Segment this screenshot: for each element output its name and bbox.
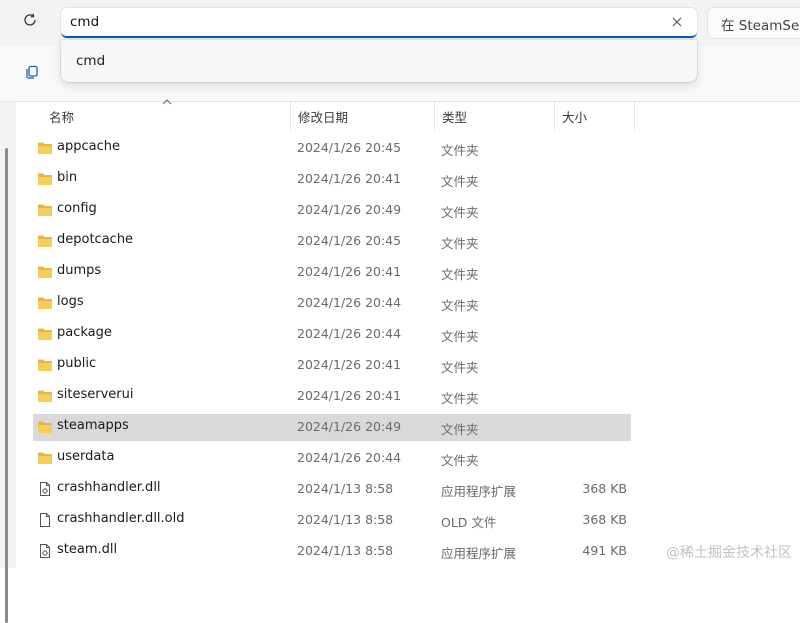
file-modified-date: 2024/1/13 8:58	[297, 543, 394, 558]
folder-icon	[37, 140, 53, 156]
file-modified-date: 2024/1/26 20:44	[297, 326, 402, 341]
folder-icon	[37, 419, 53, 435]
file-type: 文件夹	[441, 143, 479, 158]
file-type: 文件夹	[441, 422, 479, 437]
file-name: userdata	[57, 449, 115, 464]
file-name: appcache	[57, 139, 120, 154]
folder-icon	[37, 326, 53, 342]
file-size: 368 KB	[582, 481, 627, 496]
file-type: 文件夹	[441, 391, 479, 406]
file-modified-date: 2024/1/26 20:41	[297, 388, 402, 403]
file-icon	[37, 512, 53, 528]
file-row[interactable]: public 2024/1/26 20:41 文件夹	[33, 352, 631, 379]
file-type: 文件夹	[441, 360, 479, 375]
folder-icon	[37, 357, 53, 373]
file-name: public	[57, 356, 97, 371]
column-header-date[interactable]: 修改日期	[290, 102, 434, 130]
file-row[interactable]: steam.dll 2024/1/13 8:58 应用程序扩展 491 KB	[33, 538, 631, 565]
refresh-icon	[22, 12, 38, 32]
file-type: 文件夹	[441, 329, 479, 344]
close-icon	[672, 16, 682, 31]
address-suggestions: cmd	[61, 40, 697, 82]
column-type-label: 类型	[442, 109, 468, 125]
file-name: crashhandler.dll.old	[57, 511, 185, 526]
folder-icon	[37, 264, 53, 280]
column-header-size[interactable]: 大小	[554, 102, 634, 130]
file-row[interactable]: depotcache 2024/1/26 20:45 文件夹	[33, 228, 631, 255]
navigation-pane	[0, 102, 16, 623]
dll-file-icon	[37, 543, 53, 559]
file-list-header: 名称 修改日期 类型 大小	[16, 99, 800, 130]
column-name-label: 名称	[49, 109, 75, 125]
sort-ascending-icon	[162, 98, 172, 109]
file-name: depotcache	[57, 232, 134, 247]
file-type: 应用程序扩展	[441, 546, 517, 561]
folder-icon	[37, 202, 53, 218]
watermark: @稀土掘金技术社区	[666, 545, 792, 561]
file-modified-date: 2024/1/13 8:58	[297, 481, 394, 496]
folder-icon	[37, 233, 53, 249]
copy-icon	[24, 64, 40, 84]
suggestion-item[interactable]: cmd	[61, 44, 697, 78]
file-row[interactable]: package 2024/1/26 20:44 文件夹	[33, 321, 631, 348]
folder-icon	[37, 171, 53, 187]
file-type: 应用程序扩展	[441, 484, 517, 499]
folder-icon	[37, 450, 53, 466]
file-modified-date: 2024/1/26 20:41	[297, 171, 402, 186]
file-name: steamapps	[57, 418, 129, 433]
file-modified-date: 2024/1/26 20:44	[297, 450, 402, 465]
file-row[interactable]: crashhandler.dll.old 2024/1/13 8:58 OLD 文件…	[33, 507, 631, 534]
file-name: config	[57, 201, 97, 216]
file-type: 文件夹	[441, 453, 479, 468]
file-modified-date: 2024/1/26 20:44	[297, 295, 402, 310]
file-row[interactable]: config 2024/1/26 20:49 文件夹	[33, 197, 631, 224]
address-input[interactable]	[70, 11, 650, 33]
address-bar[interactable]	[61, 8, 697, 38]
search-placeholder: 在 SteamServ	[721, 18, 800, 34]
file-row[interactable]: userdata 2024/1/26 20:44 文件夹	[33, 445, 631, 472]
file-name: steam.dll	[57, 542, 118, 557]
file-row[interactable]: bin 2024/1/26 20:41 文件夹	[33, 166, 631, 193]
file-row[interactable]: crashhandler.dll 2024/1/13 8:58 应用程序扩展 368 …	[33, 476, 631, 503]
file-size: 368 KB	[582, 512, 627, 527]
dll-file-icon	[37, 481, 53, 497]
file-modified-date: 2024/1/26 20:45	[297, 140, 402, 155]
file-name: siteserverui	[57, 387, 134, 402]
column-divider[interactable]	[634, 102, 635, 130]
file-name: dumps	[57, 263, 102, 278]
file-row[interactable]: logs 2024/1/26 20:44 文件夹	[33, 290, 631, 317]
suggestion-label: cmd	[76, 53, 106, 69]
file-name: crashhandler.dll	[57, 480, 161, 495]
clear-address-button[interactable]	[667, 13, 687, 33]
file-type: 文件夹	[441, 267, 479, 282]
file-name: logs	[57, 294, 84, 309]
file-row[interactable]: siteserverui 2024/1/26 20:41 文件夹	[33, 383, 631, 410]
file-modified-date: 2024/1/26 20:45	[297, 233, 402, 248]
file-modified-date: 2024/1/26 20:41	[297, 264, 402, 279]
nav-scrollbar[interactable]	[5, 148, 8, 623]
column-size-label: 大小	[562, 109, 588, 125]
file-modified-date: 2024/1/26 20:49	[297, 202, 402, 217]
file-type: 文件夹	[441, 298, 479, 313]
file-modified-date: 2024/1/26 20:41	[297, 357, 402, 372]
file-row[interactable]: appcache 2024/1/26 20:45 文件夹	[33, 135, 631, 162]
file-size: 491 KB	[582, 543, 627, 558]
search-input[interactable]: 在 SteamServ	[708, 8, 800, 38]
file-modified-date: 2024/1/26 20:49	[297, 419, 402, 434]
file-row[interactable]: dumps 2024/1/26 20:41 文件夹	[33, 259, 631, 286]
file-type: OLD 文件	[441, 515, 497, 530]
column-header-type[interactable]: 类型	[434, 102, 554, 130]
folder-icon	[37, 295, 53, 311]
file-name: package	[57, 325, 112, 340]
file-row[interactable]: steamapps 2024/1/26 20:49 文件夹	[33, 414, 631, 441]
copy-button[interactable]	[18, 60, 46, 88]
file-modified-date: 2024/1/13 8:58	[297, 512, 394, 527]
file-type: 文件夹	[441, 205, 479, 220]
file-name: bin	[57, 170, 78, 185]
file-type: 文件夹	[441, 236, 479, 251]
refresh-button[interactable]	[14, 8, 46, 36]
folder-icon	[37, 388, 53, 404]
column-date-label: 修改日期	[298, 109, 349, 125]
file-type: 文件夹	[441, 174, 479, 189]
